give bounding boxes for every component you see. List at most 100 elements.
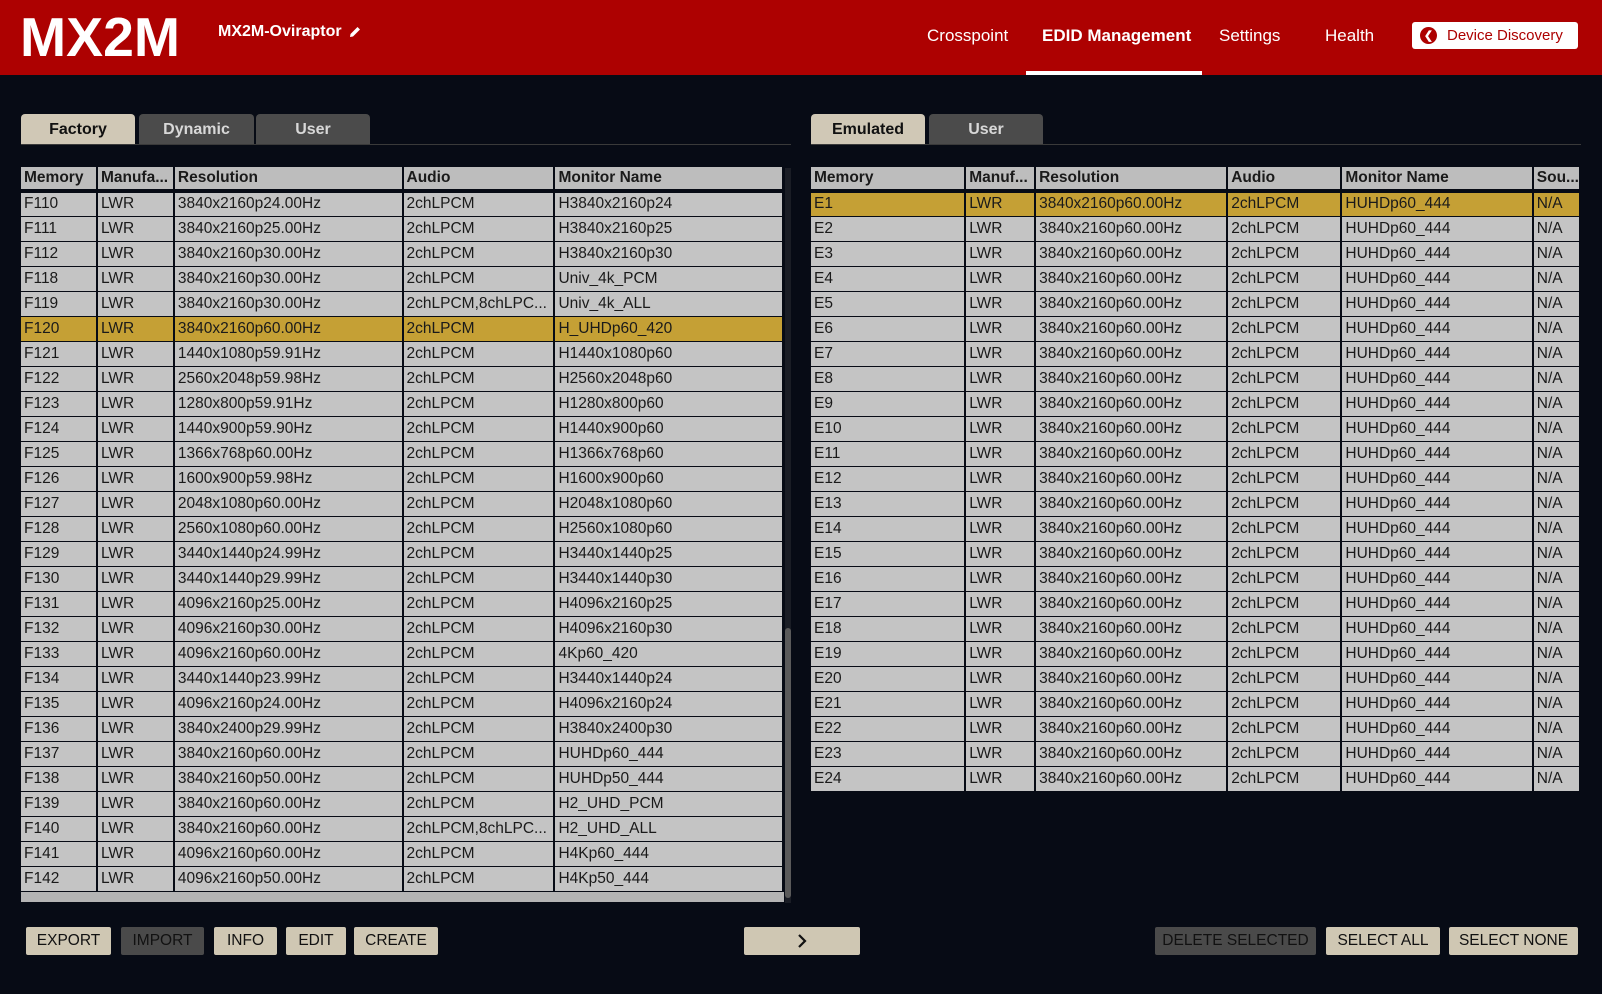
column-header[interactable]: Monitor Name xyxy=(1341,167,1534,193)
table-row[interactable]: F135 LWR 4096x2160p24.00Hz 2chLPCM H4096x216… xyxy=(21,691,784,717)
edit-button[interactable]: EDIT xyxy=(286,927,346,955)
table-cell: F124 xyxy=(21,416,98,442)
select-all-button[interactable]: SELECT ALL xyxy=(1326,927,1440,955)
table-row[interactable]: F142 LWR 4096x2160p50.00Hz 2chLPCM H4Kp50_44… xyxy=(21,866,784,892)
table-row[interactable]: E15 LWR 3840x2160p60.00Hz 2chLPCM HUHDp60_44… xyxy=(811,541,1581,567)
tab-user-left[interactable]: User xyxy=(256,114,370,145)
column-header[interactable]: Resolution xyxy=(173,167,404,193)
table-row[interactable]: E12 LWR 3840x2160p60.00Hz 2chLPCM HUHDp60_44… xyxy=(811,466,1581,492)
table-row[interactable]: E23 LWR 3840x2160p60.00Hz 2chLPCM HUHDp60_44… xyxy=(811,741,1581,767)
table-row[interactable]: E16 LWR 3840x2160p60.00Hz 2chLPCM HUHDp60_44… xyxy=(811,566,1581,592)
table-row[interactable]: F141 LWR 4096x2160p60.00Hz 2chLPCM H4Kp60_44… xyxy=(21,841,784,867)
table-row[interactable]: E8 LWR 3840x2160p60.00Hz 2chLPCM HUHDp60_444… xyxy=(811,366,1581,392)
arrow-left-icon: ❮ xyxy=(1420,27,1437,44)
table-row[interactable]: F129 LWR 3440x1440p24.99Hz 2chLPCM H3440x144… xyxy=(21,541,784,567)
info-button[interactable]: INFO xyxy=(214,927,277,955)
tab-user-right[interactable]: User xyxy=(929,114,1043,145)
table-cell: F121 xyxy=(21,341,98,367)
table-row[interactable]: E21 LWR 3840x2160p60.00Hz 2chLPCM HUHDp60_44… xyxy=(811,691,1581,717)
column-header[interactable]: Manuf... xyxy=(965,167,1037,193)
table-row[interactable]: F124 LWR 1440x900p59.90Hz 2chLPCM H1440x900p… xyxy=(21,416,784,442)
table-row[interactable]: F111 LWR 3840x2160p25.00Hz 2chLPCM H3840x216… xyxy=(21,216,784,242)
table-row[interactable]: F123 LWR 1280x800p59.91Hz 2chLPCM H1280x800p… xyxy=(21,391,784,417)
scroll-thumb[interactable] xyxy=(785,628,791,898)
table-row[interactable]: E4 LWR 3840x2160p60.00Hz 2chLPCM HUHDp60_444… xyxy=(811,266,1581,292)
column-header[interactable]: Manufa... xyxy=(96,167,175,193)
move-to-emulated-button[interactable] xyxy=(744,927,860,955)
column-header[interactable]: Sou... xyxy=(1532,167,1581,193)
table-cell: F131 xyxy=(21,591,98,617)
table-row[interactable]: E19 LWR 3840x2160p60.00Hz 2chLPCM HUHDp60_44… xyxy=(811,641,1581,667)
table-row[interactable]: F126 LWR 1600x900p59.98Hz 2chLPCM H1600x900p… xyxy=(21,466,784,492)
table-cell: HUHDp60_444 xyxy=(1341,216,1534,242)
import-button[interactable]: IMPORT xyxy=(121,927,204,955)
column-header[interactable]: Audio xyxy=(1227,167,1343,193)
column-header[interactable]: Audio xyxy=(402,167,556,193)
table-row[interactable]: F134 LWR 3440x1440p23.99Hz 2chLPCM H3440x144… xyxy=(21,666,784,692)
table-row[interactable]: E24 LWR 3840x2160p60.00Hz 2chLPCM HUHDp60_44… xyxy=(811,766,1581,792)
column-header[interactable]: Memory xyxy=(811,167,967,193)
table-row[interactable]: E5 LWR 3840x2160p60.00Hz 2chLPCM HUHDp60_444… xyxy=(811,291,1581,317)
table-row[interactable]: F139 LWR 3840x2160p60.00Hz 2chLPCM H2_UHD_PC… xyxy=(21,791,784,817)
table-row[interactable]: E3 LWR 3840x2160p60.00Hz 2chLPCM HUHDp60_444… xyxy=(811,241,1581,267)
table-row[interactable]: E22 LWR 3840x2160p60.00Hz 2chLPCM HUHDp60_44… xyxy=(811,716,1581,742)
table-row[interactable]: F120 LWR 3840x2160p60.00Hz 2chLPCM H_UHDp60_… xyxy=(21,316,784,342)
table-row[interactable]: E20 LWR 3840x2160p60.00Hz 2chLPCM HUHDp60_44… xyxy=(811,666,1581,692)
select-none-button[interactable]: SELECT NONE xyxy=(1449,927,1578,955)
table-cell: F132 xyxy=(21,616,98,642)
table-row[interactable]: F118 LWR 3840x2160p30.00Hz 2chLPCM Univ_4k_P… xyxy=(21,266,784,292)
table-row[interactable]: F119 LWR 3840x2160p30.00Hz 2chLPCM,8chLPC..… xyxy=(21,291,784,317)
table-cell: 2chLPCM xyxy=(1227,216,1343,242)
column-header[interactable]: Resolution xyxy=(1035,167,1229,193)
mx2m-logo[interactable]: MX2M xyxy=(20,12,183,62)
table-row[interactable]: F125 LWR 1366x768p60.00Hz 2chLPCM H1366x768p… xyxy=(21,441,784,467)
table-row[interactable]: F132 LWR 4096x2160p30.00Hz 2chLPCM H4096x216… xyxy=(21,616,784,642)
table-row[interactable]: E18 LWR 3840x2160p60.00Hz 2chLPCM HUHDp60_44… xyxy=(811,616,1581,642)
nav-settings[interactable]: Settings xyxy=(1219,26,1280,46)
tab-factory[interactable]: Factory xyxy=(21,114,135,145)
table-row[interactable]: F122 LWR 2560x2048p59.98Hz 2chLPCM H2560x204… xyxy=(21,366,784,392)
table-cell: 3840x2160p60.00Hz xyxy=(1035,416,1229,442)
table-cell: F142 xyxy=(21,866,98,892)
create-button[interactable]: CREATE xyxy=(354,927,438,955)
table-row[interactable]: E9 LWR 3840x2160p60.00Hz 2chLPCM HUHDp60_444… xyxy=(811,391,1581,417)
table-row[interactable]: F130 LWR 3440x1440p29.99Hz 2chLPCM H3440x144… xyxy=(21,566,784,592)
tab-emulated[interactable]: Emulated xyxy=(811,114,925,145)
table-row[interactable]: F138 LWR 3840x2160p50.00Hz 2chLPCM HUHDp50_4… xyxy=(21,766,784,792)
table-row[interactable]: F137 LWR 3840x2160p60.00Hz 2chLPCM HUHDp60_4… xyxy=(21,741,784,767)
table-row[interactable]: F121 LWR 1440x1080p59.91Hz 2chLPCM H1440x108… xyxy=(21,341,784,367)
table-row[interactable]: F136 LWR 3840x2400p29.99Hz 2chLPCM H3840x240… xyxy=(21,716,784,742)
table-row[interactable]: F133 LWR 4096x2160p60.00Hz 2chLPCM 4Kp60_420 xyxy=(21,641,784,667)
table-cell: E18 xyxy=(811,616,967,642)
nav-crosspoint[interactable]: Crosspoint xyxy=(927,26,1008,46)
table-row[interactable]: E7 LWR 3840x2160p60.00Hz 2chLPCM HUHDp60_444… xyxy=(811,341,1581,367)
device-name[interactable]: MX2M-Oviraptor xyxy=(218,23,362,41)
column-header[interactable]: Memory xyxy=(21,167,98,193)
table-row[interactable]: E1 LWR 3840x2160p60.00Hz 2chLPCM HUHDp60_444… xyxy=(811,191,1581,217)
nav-edid-management[interactable]: EDID Management xyxy=(1042,26,1191,46)
export-button[interactable]: EXPORT xyxy=(26,927,111,955)
table-row[interactable]: E17 LWR 3840x2160p60.00Hz 2chLPCM HUHDp60_44… xyxy=(811,591,1581,617)
table-row[interactable]: E6 LWR 3840x2160p60.00Hz 2chLPCM HUHDp60_444… xyxy=(811,316,1581,342)
tab-dynamic[interactable]: Dynamic xyxy=(139,114,254,145)
table-row[interactable]: F112 LWR 3840x2160p30.00Hz 2chLPCM H3840x216… xyxy=(21,241,784,267)
table-row[interactable]: E2 LWR 3840x2160p60.00Hz 2chLPCM HUHDp60_444… xyxy=(811,216,1581,242)
table-row[interactable]: F131 LWR 4096x2160p25.00Hz 2chLPCM H4096x216… xyxy=(21,591,784,617)
pencil-icon[interactable] xyxy=(348,25,362,39)
device-discovery-button[interactable]: ❮ Device Discovery xyxy=(1412,22,1578,49)
table-row[interactable]: E14 LWR 3840x2160p60.00Hz 2chLPCM HUHDp60_44… xyxy=(811,516,1581,542)
table-row[interactable]: F127 LWR 2048x1080p60.00Hz 2chLPCM H2048x108… xyxy=(21,491,784,517)
nav-health[interactable]: Health xyxy=(1325,26,1374,46)
table-row[interactable]: E13 LWR 3840x2160p60.00Hz 2chLPCM HUHDp60_44… xyxy=(811,491,1581,517)
column-header[interactable]: Monitor Name xyxy=(554,167,784,193)
table-cell: LWR xyxy=(96,266,175,292)
left-table-scrollbar[interactable] xyxy=(785,168,791,903)
table-cell: 3840x2160p60.00Hz xyxy=(1035,491,1229,517)
table-row[interactable]: F110 LWR 3840x2160p24.00Hz 2chLPCM H3840x216… xyxy=(21,191,784,217)
table-row[interactable]: E10 LWR 3840x2160p60.00Hz 2chLPCM HUHDp60_44… xyxy=(811,416,1581,442)
table-row[interactable]: F140 LWR 3840x2160p60.00Hz 2chLPCM,8chLPC..… xyxy=(21,816,784,842)
table-row[interactable]: F128 LWR 2560x1080p60.00Hz 2chLPCM H2560x108… xyxy=(21,516,784,542)
delete-selected-button[interactable]: DELETE SELECTED xyxy=(1155,927,1316,955)
table-cell: 2chLPCM xyxy=(1227,566,1343,592)
table-row[interactable]: E11 LWR 3840x2160p60.00Hz 2chLPCM HUHDp60_44… xyxy=(811,441,1581,467)
